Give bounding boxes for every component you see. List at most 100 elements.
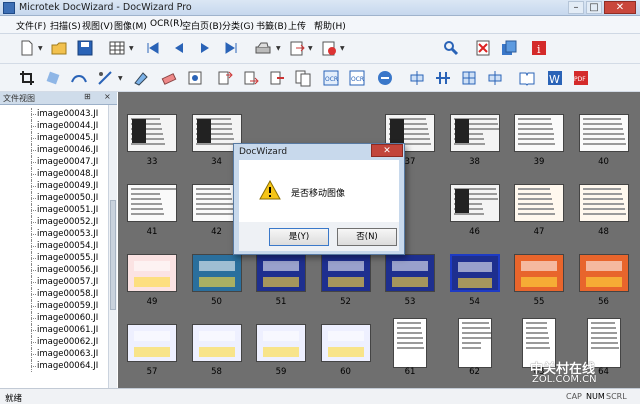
word-icon[interactable]: W xyxy=(544,67,566,89)
thumbnail[interactable]: 58 xyxy=(186,316,248,378)
tree-item[interactable]: image00046.JI xyxy=(0,144,108,156)
tree-item[interactable]: image00050.JI xyxy=(0,192,108,204)
grid-view-icon[interactable] xyxy=(106,37,128,59)
thumbnail[interactable]: 39 xyxy=(508,106,570,168)
menu-item[interactable]: 扫描(S) xyxy=(48,19,83,32)
tree-item[interactable]: image00051.JI xyxy=(0,204,108,216)
chevron-down-icon[interactable]: ▼ xyxy=(118,76,123,82)
align-right-icon[interactable] xyxy=(484,67,506,89)
thumbnail[interactable]: 47 xyxy=(508,176,570,238)
no-button[interactable]: 否(N) xyxy=(337,228,397,246)
thumbnail[interactable]: 38 xyxy=(444,106,506,168)
scrollbar[interactable] xyxy=(108,105,117,388)
ocr-batch-icon[interactable] xyxy=(374,67,396,89)
stamp-icon[interactable] xyxy=(184,67,206,89)
thumbnail[interactable]: 41 xyxy=(121,176,183,238)
tree-item[interactable]: image00062.JI xyxy=(0,336,108,348)
thumbnail[interactable]: 33 xyxy=(121,106,183,168)
new-document-icon[interactable] xyxy=(16,37,38,59)
save-icon[interactable] xyxy=(74,37,96,59)
thumbnail[interactable]: 49 xyxy=(121,246,183,308)
convert-icon[interactable] xyxy=(318,37,340,59)
tree-item[interactable]: image00053.JI xyxy=(0,228,108,240)
first-page-icon[interactable] xyxy=(142,37,164,59)
search-icon[interactable] xyxy=(440,37,462,59)
eraser-icon[interactable] xyxy=(158,67,180,89)
straighten-icon[interactable] xyxy=(94,67,116,89)
tree-item[interactable]: image00061.JI xyxy=(0,324,108,336)
tree-item[interactable]: image00043.JI xyxy=(0,108,108,120)
thumbnail[interactable]: 61 xyxy=(379,316,441,378)
tree-item[interactable]: image00048.JI xyxy=(0,168,108,180)
tree-item[interactable]: image00052.JI xyxy=(0,216,108,228)
yes-button[interactable]: 是(Y) xyxy=(269,228,329,246)
tree-item[interactable]: image00047.JI xyxy=(0,156,108,168)
tree-item[interactable]: image00055.JI xyxy=(0,252,108,264)
close-button[interactable]: ✕ xyxy=(604,1,636,14)
split-icon[interactable] xyxy=(240,67,262,89)
export-icon[interactable] xyxy=(286,37,308,59)
batch-icon[interactable] xyxy=(292,67,314,89)
last-page-icon[interactable] xyxy=(220,37,242,59)
align-left-icon[interactable] xyxy=(406,67,428,89)
menu-item[interactable]: 空白页(B) xyxy=(180,19,224,32)
ocr-icon[interactable]: OCR xyxy=(320,67,342,89)
rotate-icon[interactable] xyxy=(42,67,64,89)
thumbnail[interactable]: 52 xyxy=(315,246,377,308)
book-icon[interactable] xyxy=(516,67,538,89)
thumbnail[interactable]: 59 xyxy=(250,316,312,378)
chevron-down-icon[interactable]: ▼ xyxy=(38,46,43,52)
menu-item[interactable]: 上传 xyxy=(286,19,308,32)
thumbnail[interactable]: 53 xyxy=(379,246,441,308)
thumbnail[interactable]: 60 xyxy=(315,316,377,378)
tree-item[interactable]: image00059.JI xyxy=(0,300,108,312)
tree-item[interactable]: image00063.JI xyxy=(0,348,108,360)
tree-item[interactable]: image00060.JI xyxy=(0,312,108,324)
crop-icon[interactable] xyxy=(16,67,38,89)
merge-icon[interactable] xyxy=(214,67,236,89)
next-page-icon[interactable] xyxy=(194,37,216,59)
tree-item[interactable]: image00049.JI xyxy=(0,180,108,192)
menu-item[interactable]: 视图(V) xyxy=(80,19,115,32)
scanner-icon[interactable] xyxy=(252,37,274,59)
thumbnail[interactable]: 40 xyxy=(573,106,635,168)
menu-item[interactable]: 帮助(H) xyxy=(312,19,348,32)
scrollbar-thumb[interactable] xyxy=(110,200,116,310)
fill-icon[interactable] xyxy=(130,67,152,89)
tree-item[interactable]: image00044.JI xyxy=(0,120,108,132)
menu-item[interactable]: 分类(G) xyxy=(220,19,256,32)
thumbnail[interactable]: 46 xyxy=(444,176,506,238)
tree-item[interactable]: image00045.JI xyxy=(0,132,108,144)
align-grid-icon[interactable] xyxy=(458,67,480,89)
align-center-icon[interactable] xyxy=(432,67,454,89)
chevron-down-icon[interactable]: ▼ xyxy=(276,46,281,52)
prev-page-icon[interactable] xyxy=(168,37,190,59)
thumbnail[interactable]: 51 xyxy=(250,246,312,308)
menu-item[interactable]: 书籤(B) xyxy=(254,19,289,32)
tree-item[interactable]: image00056.JI xyxy=(0,264,108,276)
copy-pages-icon[interactable] xyxy=(498,37,520,59)
curve-icon[interactable] xyxy=(68,67,90,89)
menu-item[interactable]: 文件(F) xyxy=(14,19,48,32)
chevron-down-icon[interactable]: ▼ xyxy=(308,46,313,52)
thumbnail[interactable]: 48 xyxy=(573,176,635,238)
chevron-down-icon[interactable]: ▼ xyxy=(129,46,134,52)
open-folder-icon[interactable] xyxy=(48,37,70,59)
pdf-icon[interactable]: PDF xyxy=(570,67,592,89)
menu-item[interactable]: 图像(M) xyxy=(112,19,149,32)
thumbnail[interactable]: 56 xyxy=(573,246,635,308)
minimize-button[interactable]: – xyxy=(568,1,584,14)
delete-icon[interactable] xyxy=(472,37,494,59)
thumbnail[interactable]: 54 xyxy=(444,246,506,308)
tree-item[interactable]: image00057.JI xyxy=(0,276,108,288)
pin-icon[interactable]: ⊞ xyxy=(84,92,91,101)
close-icon[interactable]: × xyxy=(104,92,111,101)
thumbnail[interactable]: 55 xyxy=(508,246,570,308)
ocr-page-icon[interactable]: OCR xyxy=(346,67,368,89)
tree-item[interactable]: image00064.JI xyxy=(0,360,108,372)
dialog-close-button[interactable]: ✕ xyxy=(371,144,403,157)
info-icon[interactable]: i xyxy=(528,37,550,59)
chevron-down-icon[interactable]: ▼ xyxy=(340,46,345,52)
thumbnail[interactable]: 57 xyxy=(121,316,183,378)
tree-item[interactable]: image00058.JI xyxy=(0,288,108,300)
